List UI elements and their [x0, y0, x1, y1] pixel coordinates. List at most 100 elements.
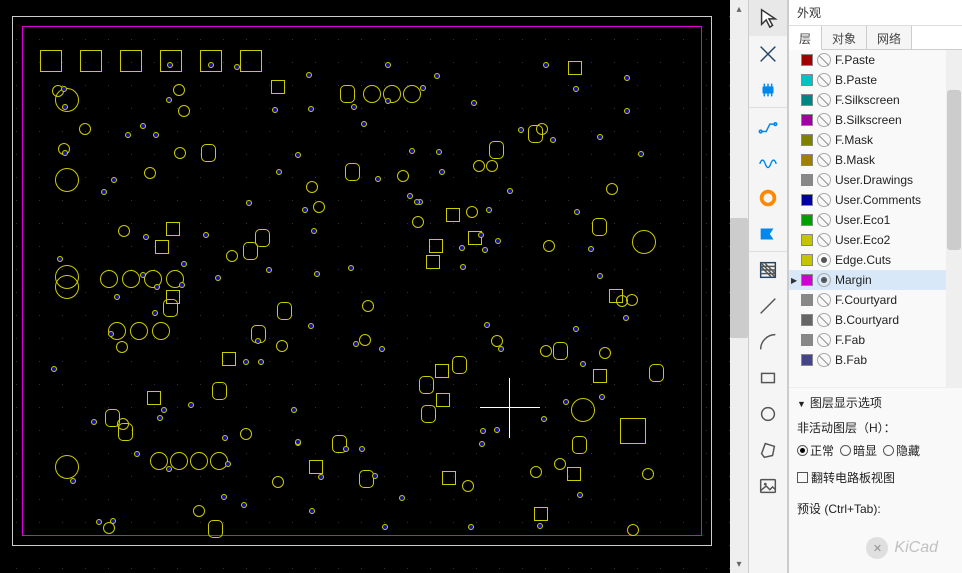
line-tool[interactable] [749, 288, 787, 324]
layer-row[interactable]: B.Courtyard [789, 310, 962, 330]
inactive-layer-radio[interactable]: 暗显 [840, 442, 877, 459]
tab-object[interactable]: 对象 [822, 26, 867, 49]
visibility-icon[interactable] [817, 133, 831, 147]
zone-tool[interactable]: Z [749, 216, 787, 252]
layer-name: B.Mask [835, 153, 875, 167]
visibility-icon[interactable] [817, 53, 831, 67]
layer-color-swatch[interactable] [801, 134, 813, 146]
visibility-icon[interactable] [817, 253, 831, 267]
layer-color-swatch[interactable] [801, 74, 813, 86]
visibility-icon[interactable] [817, 233, 831, 247]
layer-color-swatch[interactable] [801, 234, 813, 246]
cursor-crosshair [480, 378, 540, 438]
layer-scrollbar[interactable] [946, 50, 962, 387]
layer-color-swatch[interactable] [801, 114, 813, 126]
layer-color-swatch[interactable] [801, 334, 813, 346]
visibility-icon[interactable] [817, 73, 831, 87]
inactive-layer-radio[interactable]: 隐藏 [883, 442, 920, 459]
layer-row[interactable]: User.Comments [789, 190, 962, 210]
layer-name: Margin [835, 273, 872, 287]
scroll-up-icon[interactable]: ▴ [730, 0, 748, 18]
visibility-icon[interactable] [817, 313, 831, 327]
arc-tool[interactable] [749, 324, 787, 360]
flip-board-checkbox[interactable]: 翻转电路板视图 [797, 469, 895, 486]
layer-color-swatch[interactable] [801, 154, 813, 166]
pcb-canvas[interactable]: ▴ ▾ [0, 0, 730, 573]
select-tool[interactable] [749, 0, 787, 36]
layer-name: User.Eco1 [835, 213, 890, 227]
layer-row[interactable]: B.Fab [789, 350, 962, 370]
scroll-down-icon[interactable]: ▾ [730, 555, 748, 573]
inactive-layer-radio[interactable]: 正常 [797, 442, 834, 459]
route-tool[interactable] [749, 108, 787, 144]
via-tool[interactable] [749, 180, 787, 216]
canvas-scrollbar-vertical[interactable]: ▴ ▾ [730, 0, 748, 573]
layer-list[interactable]: F.Paste B.Paste F.Silkscreen B.Silkscreen F.… [789, 50, 962, 388]
visibility-icon[interactable] [817, 213, 831, 227]
layer-row[interactable]: B.Paste [789, 70, 962, 90]
inactive-layers-label: 非活动图层（H）： [797, 419, 954, 436]
visibility-icon[interactable] [817, 333, 831, 347]
inactive-layers-radios: 正常暗显隐藏 [797, 442, 954, 459]
layer-name: User.Comments [835, 193, 921, 207]
tab-layer[interactable]: 层 [789, 26, 822, 50]
image-tool[interactable] [749, 468, 787, 504]
collapse-icon: ▼ [797, 399, 806, 409]
svg-text:Z: Z [765, 229, 770, 238]
circle-tool[interactable] [749, 396, 787, 432]
layer-color-swatch[interactable] [801, 54, 813, 66]
visibility-icon[interactable] [817, 353, 831, 367]
visibility-icon[interactable] [817, 113, 831, 127]
layer-row[interactable]: F.Mask [789, 130, 962, 150]
visibility-icon[interactable] [817, 153, 831, 167]
measure-tool[interactable] [749, 36, 787, 72]
layer-name: F.Silkscreen [835, 93, 900, 107]
layer-color-swatch[interactable] [801, 174, 813, 186]
panel-title: 外观 [789, 0, 962, 26]
layer-row[interactable]: User.Eco2 [789, 230, 962, 250]
layer-name: B.Silkscreen [835, 113, 902, 127]
layer-name: User.Eco2 [835, 233, 890, 247]
layer-name: F.Mask [835, 133, 873, 147]
visibility-icon[interactable] [817, 193, 831, 207]
preset-label: 预设 (Ctrl+Tab): [797, 500, 881, 517]
layer-row[interactable]: F.Courtyard [789, 290, 962, 310]
layer-row[interactable]: Margin [789, 270, 962, 290]
layer-row[interactable]: User.Eco1 [789, 210, 962, 230]
poly-tool[interactable] [749, 432, 787, 468]
layer-row[interactable]: F.Fab [789, 330, 962, 350]
options-header[interactable]: ▼图层显示选项 [797, 394, 954, 411]
layer-name: F.Paste [835, 53, 875, 67]
layer-color-swatch[interactable] [801, 274, 813, 286]
layer-row[interactable]: F.Paste [789, 50, 962, 70]
layer-row[interactable]: Edge.Cuts [789, 250, 962, 270]
layer-color-swatch[interactable] [801, 214, 813, 226]
layer-display-options: ▼图层显示选项 非活动图层（H）： 正常暗显隐藏 翻转电路板视图 预设 (Ctr… [789, 388, 962, 523]
layer-row[interactable]: B.Mask [789, 150, 962, 170]
visibility-icon[interactable] [817, 173, 831, 187]
layer-row[interactable]: F.Silkscreen [789, 90, 962, 110]
layer-name: Edge.Cuts [835, 253, 891, 267]
layer-color-swatch[interactable] [801, 194, 813, 206]
visibility-icon[interactable] [817, 273, 831, 287]
layer-color-swatch[interactable] [801, 314, 813, 326]
tools-toolbar: Z [748, 0, 788, 573]
layer-row[interactable]: User.Drawings [789, 170, 962, 190]
tab-net[interactable]: 网络 [867, 26, 912, 49]
layer-name: F.Fab [835, 333, 865, 347]
layer-color-swatch[interactable] [801, 294, 813, 306]
visibility-icon[interactable] [817, 293, 831, 307]
hatch-tool[interactable] [749, 252, 787, 288]
visibility-icon[interactable] [817, 93, 831, 107]
rect-tool[interactable] [749, 360, 787, 396]
layer-name: F.Courtyard [835, 293, 897, 307]
layer-color-swatch[interactable] [801, 94, 813, 106]
appearance-panel: 外观 层对象网络 F.Paste B.Paste F.Silkscreen B.Sil… [788, 0, 962, 573]
diff-pair-tool[interactable] [749, 144, 787, 180]
layer-color-swatch[interactable] [801, 254, 813, 266]
layer-row[interactable]: B.Silkscreen [789, 110, 962, 130]
layer-color-swatch[interactable] [801, 354, 813, 366]
layer-name: B.Paste [835, 73, 877, 87]
layer-name: User.Drawings [835, 173, 913, 187]
footprint-tool[interactable] [749, 72, 787, 108]
